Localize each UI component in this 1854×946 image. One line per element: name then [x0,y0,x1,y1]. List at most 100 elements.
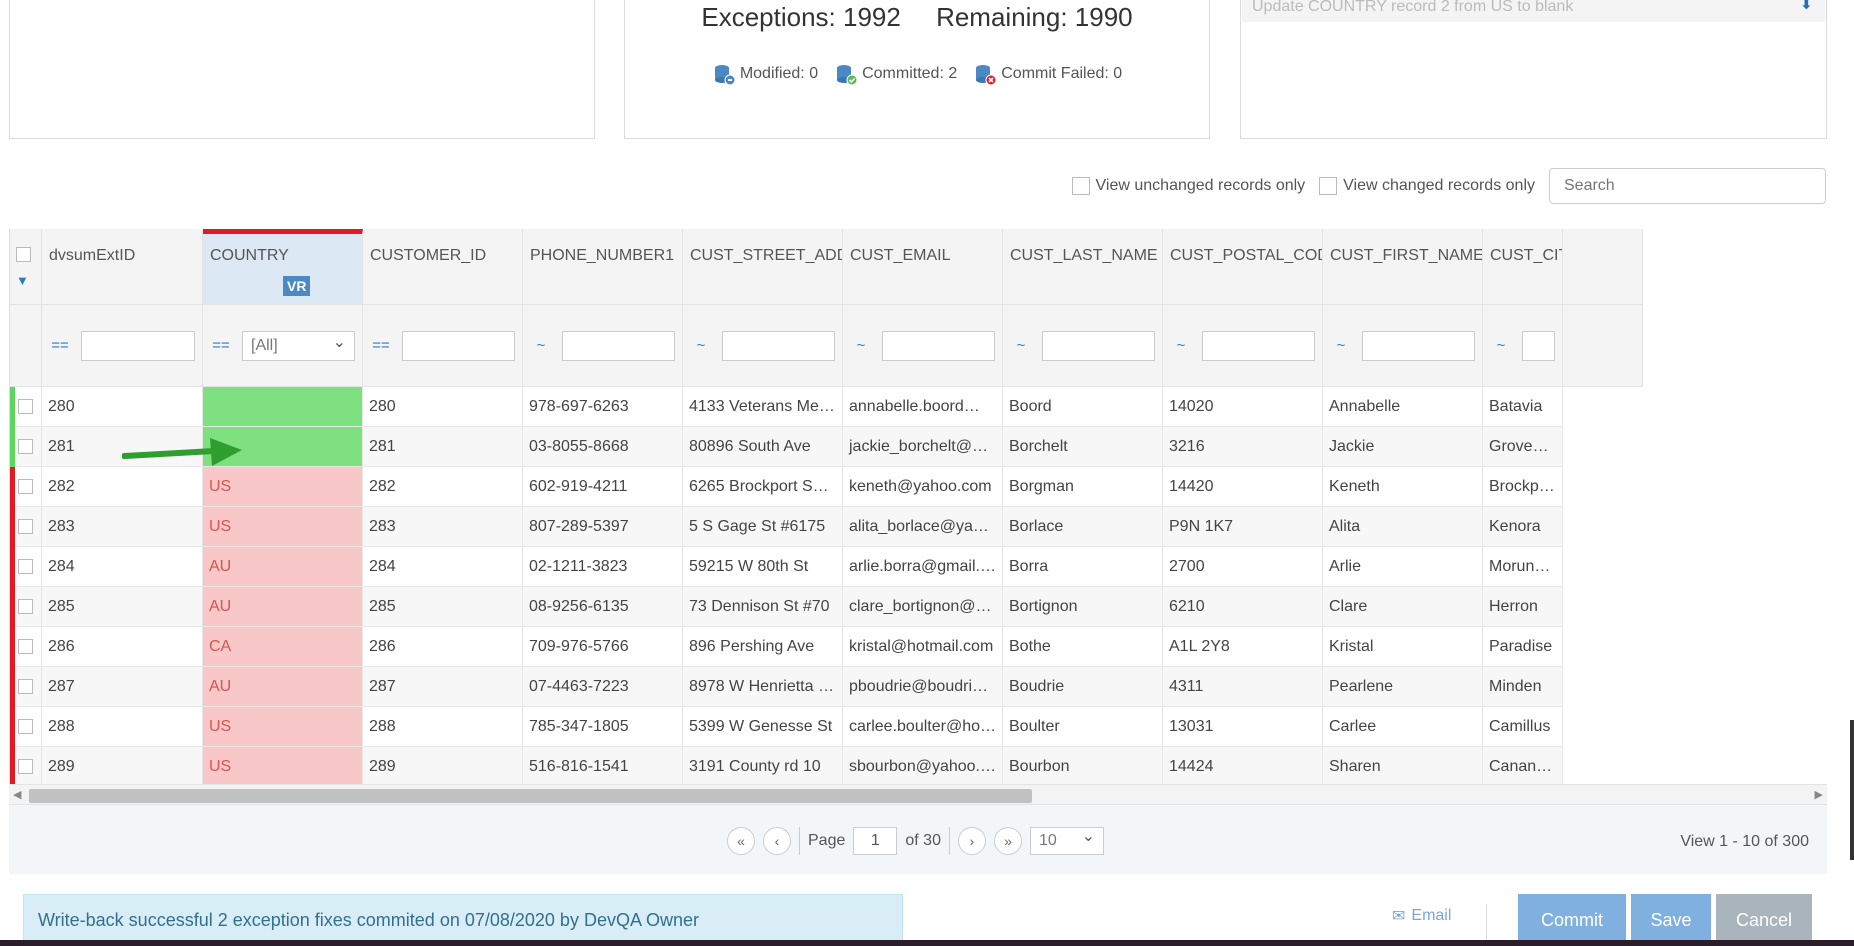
row-checkbox[interactable] [18,439,33,454]
table-row[interactable]: 284 AU 284 02-1211-3823 59215 W 80th St arlie… [10,547,1563,587]
cell-postal[interactable]: A1L 2Y8 [1163,627,1323,666]
cell-phone[interactable]: 785-347-1805 [523,707,683,746]
cell-city[interactable]: Morundah [1483,547,1563,586]
cell-customer-id[interactable]: 286 [363,627,523,666]
filter-operator[interactable]: ~ [530,337,552,354]
cell-last[interactable]: Borchelt [1003,427,1163,466]
column-header-cust-street-address[interactable]: CUST_STREET_ADDRESS [683,229,843,304]
filter-operator[interactable]: ~ [1490,337,1512,354]
cell-city[interactable]: Kenora [1483,507,1563,546]
download-icon[interactable]: ⬇ [1800,0,1813,13]
row-checkbox[interactable] [18,599,33,614]
cell-phone[interactable]: 978-697-6263 [523,387,683,426]
cell-postal[interactable]: 14424 [1163,747,1323,785]
cell-email[interactable]: annabelle.boord@comcast.net [843,387,1003,426]
cell-city[interactable]: Minden [1483,667,1563,706]
column-header-country[interactable]: COUNTRY VR [203,229,363,304]
table-row[interactable]: 285 AU 285 08-9256-6135 73 Dennison St #70 cl… [10,587,1563,627]
cell-phone[interactable]: 807-289-5397 [523,507,683,546]
cell-customer-id[interactable]: 288 [363,707,523,746]
row-checkbox[interactable] [18,559,33,574]
vr-badge[interactable]: VR [283,276,311,296]
cell-last[interactable]: Boulter [1003,707,1163,746]
cell-city[interactable]: Canandaigua [1483,747,1563,785]
cell-customer-id[interactable]: 289 [363,747,523,785]
cell-id[interactable]: 284 [42,547,203,586]
cell-street[interactable]: 3191 County rd 10 [683,747,843,785]
cell-country[interactable]: CA [203,627,363,666]
column-header-cust-first-name[interactable]: CUST_FIRST_NAME [1323,229,1483,304]
page-size-select[interactable]: 10 [1029,824,1104,855]
cell-last[interactable]: Bourbon [1003,747,1163,785]
cell-email[interactable]: arlie.borra@gmail.com [843,547,1003,586]
cell-country[interactable] [203,427,363,466]
cell-email[interactable]: carlee.boulter@hotmail.com [843,707,1003,746]
cell-first[interactable]: Annabelle [1323,387,1483,426]
filter-input[interactable] [81,330,195,361]
filter-operator[interactable]: == [210,337,232,354]
cell-street[interactable]: 59215 W 80th St [683,547,843,586]
cell-country[interactable]: AU [203,547,363,586]
cell-postal[interactable]: 6210 [1163,587,1323,626]
email-button[interactable]: ✉ Email [1392,906,1451,926]
search-input[interactable] [1549,168,1826,204]
cell-id[interactable]: 283 [42,507,203,546]
cell-last[interactable]: Boord [1003,387,1163,426]
cell-city[interactable]: Grovedale [1483,427,1563,466]
scrollbar-thumb[interactable] [29,789,1032,803]
cell-street[interactable]: 73 Dennison St #70 [683,587,843,626]
view-unchanged-checkbox[interactable] [1071,177,1090,195]
cell-id[interactable]: 288 [42,707,203,746]
cell-first[interactable]: Jackie [1323,427,1483,466]
cell-city[interactable]: Paradise [1483,627,1563,666]
scroll-left-icon[interactable]: ◀ [13,785,21,805]
cell-email[interactable]: alita_borlace@yahoo.com [843,507,1003,546]
row-checkbox[interactable] [18,679,33,694]
table-row[interactable]: 282 US 282 602-919-4211 6265 Brockport Spenc… [10,467,1563,507]
cell-phone[interactable]: 602-919-4211 [523,467,683,506]
cell-street[interactable]: 896 Pershing Ave [683,627,843,666]
cell-id[interactable]: 289 [42,747,203,785]
table-row[interactable]: 289 US 289 516-816-1541 3191 County rd 10 sbo… [10,747,1563,785]
cell-postal[interactable]: 13031 [1163,707,1323,746]
cell-id[interactable]: 286 [42,627,203,666]
cell-phone[interactable]: 03-8055-8668 [523,427,683,466]
filter-operator[interactable]: ~ [1010,337,1032,354]
row-checkbox[interactable] [18,719,33,734]
cell-country[interactable]: AU [203,587,363,626]
view-changed-checkbox[interactable] [1319,177,1338,195]
filter-input[interactable] [1522,330,1555,361]
cell-phone[interactable]: 02-1211-3823 [523,547,683,586]
cell-email[interactable]: kristal@hotmail.com [843,627,1003,666]
row-checkbox[interactable] [18,519,33,534]
row-checkbox[interactable] [18,639,33,654]
cell-id[interactable]: 280 [42,387,203,426]
cell-phone[interactable]: 709-976-5766 [523,627,683,666]
cell-postal[interactable]: P9N 1K7 [1163,507,1323,546]
cell-last[interactable]: Borlace [1003,507,1163,546]
cell-last[interactable]: Borra [1003,547,1163,586]
filter-operator[interactable]: ~ [690,337,712,354]
cell-country[interactable]: AU [203,667,363,706]
view-changed-toggle[interactable]: View changed records only [1319,177,1535,195]
filter-operator[interactable]: ~ [1170,337,1192,354]
filter-operator[interactable]: ~ [850,337,872,354]
table-row[interactable]: 283 US 283 807-289-5397 5 S Gage St #6175 ali… [10,507,1563,547]
cell-last[interactable]: Bortignon [1003,587,1163,626]
cell-id[interactable]: 282 [42,467,203,506]
cell-phone[interactable]: 07-4463-7223 [523,667,683,706]
cancel-button[interactable]: Cancel [1716,894,1812,946]
table-row[interactable]: 288 US 288 785-347-1805 5399 W Genesse St car… [10,707,1563,747]
cell-email[interactable]: jackie_borchelt@hotmail.com [843,427,1003,466]
cell-customer-id[interactable]: 283 [363,507,523,546]
column-header-cust-postal-code[interactable]: CUST_POSTAL_CODE [1163,229,1323,304]
horizontal-scrollbar[interactable]: ◀ ▶ [9,784,1827,804]
cell-first[interactable]: Kristal [1323,627,1483,666]
cell-last[interactable]: Boudrie [1003,667,1163,706]
filter-input[interactable] [722,330,835,361]
cell-country[interactable]: US [203,507,363,546]
row-checkbox[interactable] [18,479,33,494]
cell-first[interactable]: Clare [1323,587,1483,626]
first-page-icon[interactable]: « [727,827,755,855]
cell-last[interactable]: Bothe [1003,627,1163,666]
